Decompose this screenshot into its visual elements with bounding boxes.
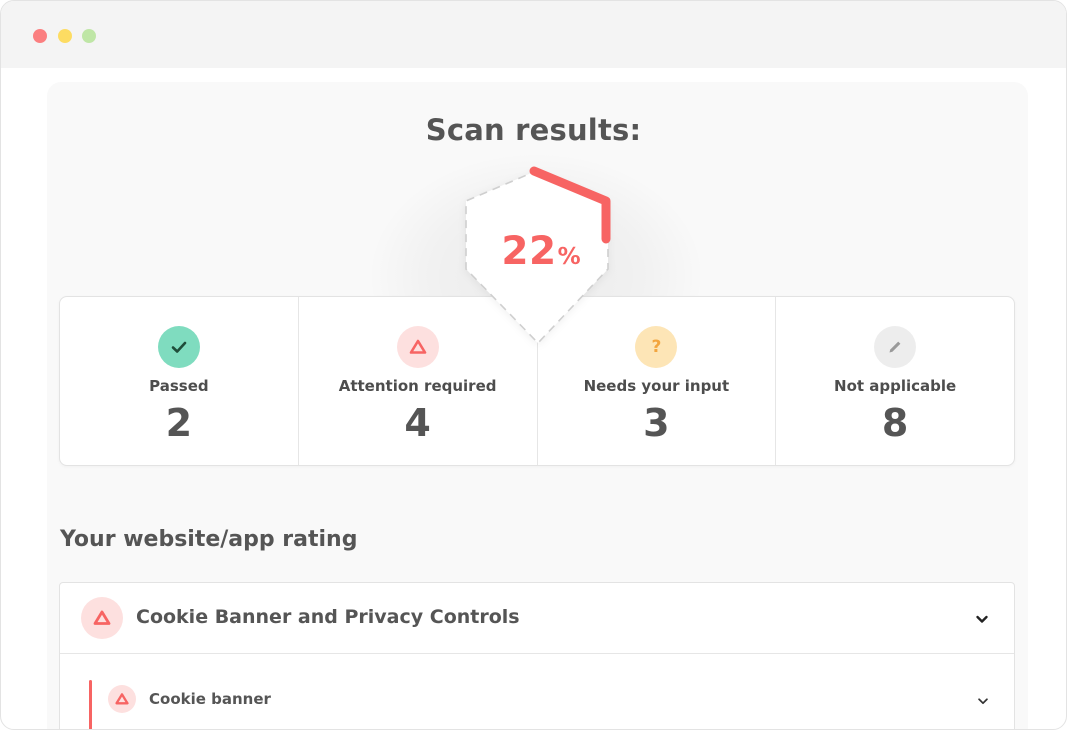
accordion-header[interactable]: Cookie Banner and Privacy Controls	[60, 583, 1014, 654]
stat-passed: Passed 2	[60, 297, 299, 465]
stat-label: Attention required	[338, 377, 497, 395]
accordion-item-cookie-banner[interactable]: Cookie banner	[60, 653, 1014, 729]
status-indicator-bar	[89, 680, 92, 729]
window-titlebar	[1, 1, 1066, 68]
rating-section-cookie-banner: Cookie Banner and Privacy Controls Cooki…	[59, 582, 1015, 729]
accordion-title: Cookie Banner and Privacy Controls	[136, 606, 520, 628]
stat-value: 3	[643, 401, 670, 445]
minimize-window-button[interactable]	[58, 29, 72, 43]
scan-results-title: Scan results:	[425, 113, 642, 147]
browser-window: Scan results: Passed 2 Attention require…	[0, 0, 1067, 730]
score-unit: %	[557, 244, 581, 270]
warning-triangle-icon	[396, 326, 439, 368]
accordion-item-title: Cookie banner	[149, 690, 271, 708]
stat-label: Not applicable	[834, 377, 957, 395]
maximize-window-button[interactable]	[82, 29, 96, 43]
rating-heading: Your website/app rating	[60, 527, 358, 552]
stat-value: 8	[881, 401, 909, 445]
question-icon: ?	[635, 326, 678, 368]
pencil-icon	[874, 326, 917, 368]
stat-value: 4	[404, 401, 431, 445]
warning-triangle-icon	[81, 597, 123, 639]
stat-label: Needs your input	[583, 377, 730, 395]
check-icon	[157, 326, 200, 368]
score-readout: 22%	[456, 229, 626, 274]
close-window-button[interactable]	[33, 29, 47, 43]
chevron-down-icon[interactable]	[976, 694, 990, 708]
score-value: 22	[501, 229, 557, 274]
stat-value: 2	[165, 401, 193, 445]
stat-not-applicable: Not applicable 8	[776, 297, 1014, 465]
stat-label: Passed	[149, 377, 209, 395]
chevron-down-icon[interactable]	[974, 611, 990, 627]
warning-triangle-icon	[108, 685, 136, 713]
